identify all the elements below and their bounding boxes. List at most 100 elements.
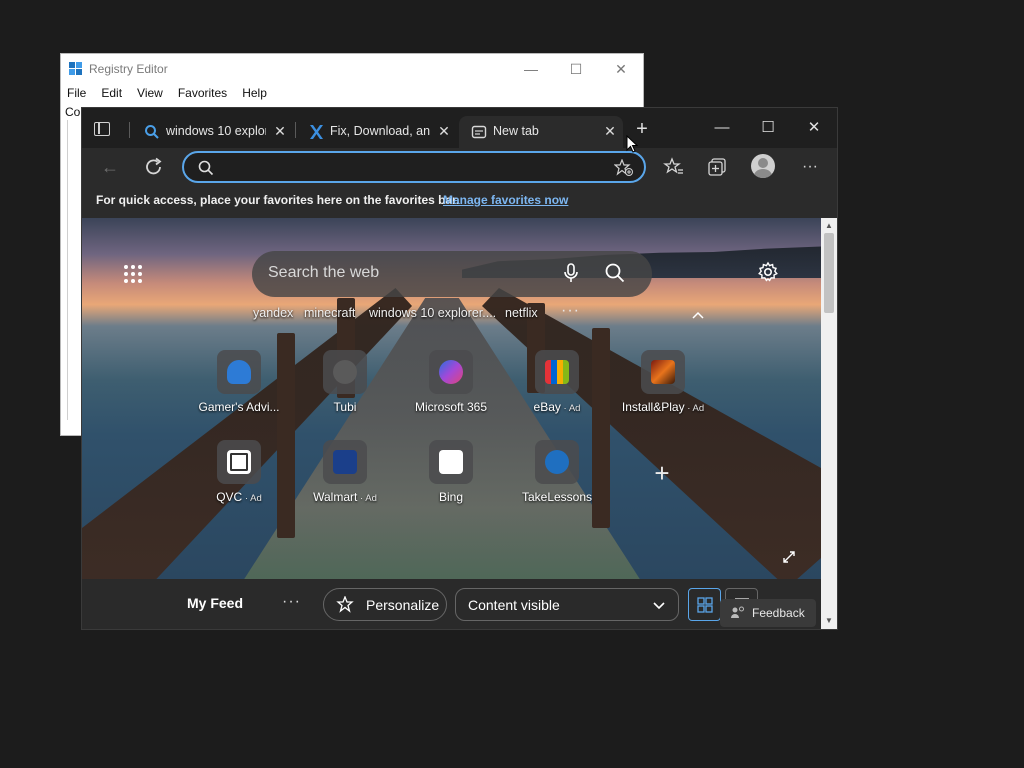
web-search-box[interactable] (252, 251, 652, 297)
refresh-icon[interactable] (142, 156, 166, 178)
quick-link-tile[interactable]: Gamer's Advi... (182, 350, 288, 430)
quick-link-tile[interactable]: eBay · Ad (500, 350, 606, 430)
tab-close-icon[interactable]: ✕ (436, 123, 452, 139)
feed-bar: My Feed ··· Personalize Content visible … (82, 579, 821, 629)
new-tab-page: yandex minecraft windows 10 explorer....… (82, 218, 821, 579)
personalize-star-icon (336, 596, 354, 613)
menu-favorites[interactable]: Favorites (178, 84, 227, 104)
page-settings-gear-icon[interactable] (757, 261, 779, 283)
tab-strip: windows 10 explor ✕ Fix, Download, and ✕… (82, 108, 837, 148)
personalize-label: Personalize (366, 597, 440, 613)
maximize-button[interactable]: ☐ (566, 59, 586, 79)
regedit-address-bar[interactable]: Co (65, 105, 80, 119)
quick-link-tile[interactable]: Bing (394, 440, 500, 520)
grid-layout-icon (697, 597, 713, 613)
feedback-button[interactable]: Feedback (720, 599, 816, 627)
regedit-title: Registry Editor (89, 62, 168, 76)
quick-link-tile[interactable]: Walmart · Ad (288, 440, 394, 520)
regedit-app-icon (69, 62, 83, 76)
tile-icon-box (641, 350, 685, 394)
apps-launcher-icon[interactable] (124, 265, 142, 283)
recent-search-item[interactable]: windows 10 explorer.... (369, 306, 496, 320)
quick-link-tile[interactable]: Tubi (288, 350, 394, 430)
tab-label: Fix, Download, and (330, 124, 430, 138)
recent-search-item[interactable]: minecraft (304, 306, 355, 320)
tile-icon-box (535, 440, 579, 484)
favorites-bar: For quick access, place your favorites h… (82, 186, 837, 218)
tile-icon-box (429, 440, 473, 484)
page-scrollbar[interactable]: ▲ ▼ (821, 218, 837, 629)
menu-file[interactable]: File (67, 84, 86, 104)
close-button[interactable]: ✕ (804, 118, 824, 138)
chevron-down-icon (653, 602, 665, 610)
add-favorite-star-icon[interactable] (614, 159, 634, 177)
regedit-tree-pane[interactable] (67, 120, 73, 420)
tab-separator (129, 122, 130, 138)
manage-favorites-link[interactable]: Manage favorites now (443, 193, 568, 207)
tab-close-icon[interactable]: ✕ (272, 123, 288, 139)
search-icon[interactable] (604, 262, 626, 284)
browser-toolbar: ← ··· (82, 148, 837, 186)
address-bar[interactable] (182, 151, 646, 183)
tab-search-windows-explorer[interactable]: windows 10 explor ✕ (132, 116, 292, 148)
favorites-icon[interactable] (662, 156, 686, 178)
scroll-down-arrow-icon[interactable]: ▼ (824, 616, 834, 626)
tab-label: windows 10 explor (166, 124, 266, 138)
install-and-play-icon (651, 360, 675, 384)
search-icon (198, 160, 214, 176)
quick-link-tile[interactable]: Install&Play · Ad (606, 350, 712, 430)
more-recent-searches-button[interactable]: ··· (561, 302, 580, 320)
content-visibility-value: Content visible (468, 597, 560, 613)
microphone-icon[interactable] (562, 262, 580, 284)
walmart-icon (333, 450, 357, 474)
search-icon (145, 125, 159, 139)
profile-avatar[interactable] (751, 154, 775, 178)
tile-label: Bing (438, 490, 464, 504)
expand-icon[interactable] (782, 550, 796, 564)
my-feed-tab[interactable]: My Feed (187, 595, 243, 611)
regedit-titlebar[interactable]: Registry Editor — ☐ ✕ (61, 54, 643, 84)
tile-icon-box (535, 350, 579, 394)
recent-search-item[interactable]: netflix (505, 306, 538, 320)
content-visibility-select[interactable]: Content visible (455, 588, 679, 621)
quick-link-tile[interactable]: Microsoft 365 (394, 350, 500, 430)
tab-actions-icon[interactable] (94, 122, 110, 136)
tile-icon-box (323, 440, 367, 484)
edge-window: windows 10 explor ✕ Fix, Download, and ✕… (81, 107, 838, 630)
tab-new-tab[interactable]: New tab ✕ (459, 116, 623, 148)
bing-icon (439, 450, 463, 474)
tile-label: Microsoft 365 (414, 400, 488, 414)
gamers-advisor-icon (227, 360, 251, 384)
tab-fix-download[interactable]: Fix, Download, and ✕ (296, 116, 456, 148)
maximize-button[interactable]: ☐ (758, 118, 778, 138)
personalize-button[interactable]: Personalize (323, 588, 447, 621)
close-button[interactable]: ✕ (611, 59, 631, 79)
quick-link-tile[interactable]: TakeLessons (500, 440, 606, 520)
collapse-chevron-up-icon[interactable] (691, 310, 705, 320)
tile-icon-box (429, 350, 473, 394)
address-input[interactable] (220, 158, 600, 176)
back-button[interactable]: ← (98, 156, 122, 178)
menu-view[interactable]: View (137, 84, 163, 104)
feed-more-button[interactable]: ··· (282, 593, 301, 611)
tile-label: TakeLessons (521, 490, 593, 504)
grid-layout-button[interactable] (688, 588, 721, 621)
scroll-up-arrow-icon[interactable]: ▲ (824, 221, 834, 231)
feedback-label: Feedback (752, 606, 805, 620)
scrollbar-thumb[interactable] (824, 233, 834, 313)
qvc-icon (227, 450, 251, 474)
regedit-menubar: File Edit View Favorites Help (61, 84, 643, 104)
collections-icon[interactable] (706, 156, 730, 178)
web-search-input[interactable] (268, 264, 548, 282)
menu-help[interactable]: Help (242, 84, 267, 104)
minimize-button[interactable]: — (712, 118, 732, 138)
menu-edit[interactable]: Edit (101, 84, 122, 104)
tile-label: Gamer's Advi... (198, 400, 280, 414)
quick-link-tile[interactable]: QVC · Ad (182, 440, 288, 520)
recent-search-item[interactable]: yandex (253, 306, 293, 320)
settings-more-button[interactable]: ··· (798, 156, 822, 178)
feedback-people-icon (731, 606, 744, 618)
tab-close-icon[interactable]: ✕ (602, 123, 618, 139)
add-quick-link-button[interactable]: + (652, 460, 672, 486)
minimize-button[interactable]: — (521, 59, 541, 79)
